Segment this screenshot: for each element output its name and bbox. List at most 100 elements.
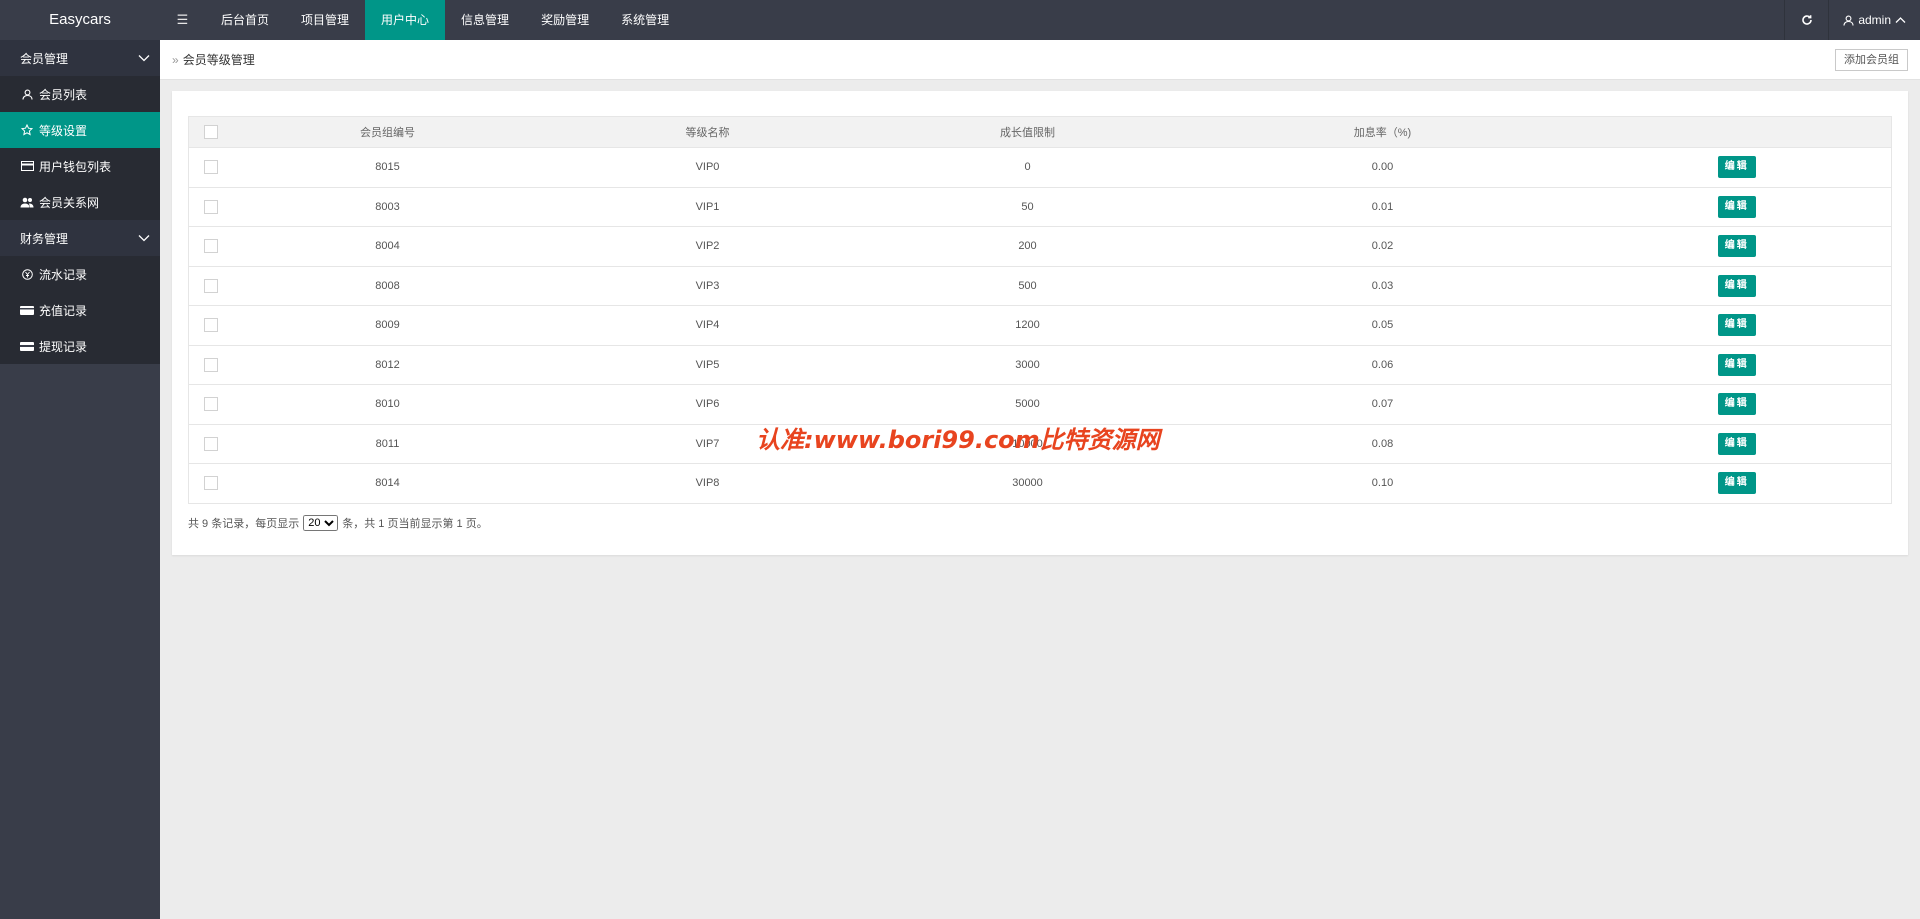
cell-growth-limit: 200: [872, 226, 1183, 267]
row-select-cell: [188, 305, 233, 346]
edit-button[interactable]: 编辑: [1717, 393, 1756, 416]
sidebar-item-wallet-list[interactable]: 用户钱包列表: [0, 148, 160, 184]
sidebar-group-label: 会员管理: [20, 51, 69, 66]
cell-interest-rate: 0.10: [1182, 463, 1583, 504]
cell-level-name: VIP0: [542, 147, 873, 188]
chevron-up-icon: [1895, 17, 1906, 23]
row-checkbox[interactable]: [203, 476, 218, 491]
cell-actions: 编辑: [1582, 384, 1892, 425]
column-header-group-id: 会员组编号: [232, 116, 543, 148]
sidebar-group-finance[interactable]: 财务管理: [0, 220, 160, 256]
select-all-checkbox[interactable]: [203, 125, 218, 139]
cell-level-name: VIP4: [542, 305, 873, 346]
refresh-button[interactable]: [1784, 0, 1828, 40]
edit-button[interactable]: 编辑: [1717, 195, 1756, 218]
app-logo[interactable]: Easycars: [0, 0, 160, 40]
row-checkbox[interactable]: [203, 160, 218, 175]
edit-button[interactable]: 编辑: [1717, 472, 1756, 495]
cell-actions: 编辑: [1582, 305, 1892, 346]
top-nav-projects[interactable]: 项目管理: [285, 0, 365, 40]
sidebar-item-level-settings[interactable]: 等级设置: [0, 112, 160, 148]
page-size-select[interactable]: 20: [303, 515, 339, 531]
top-nav-rewards[interactable]: 奖励管理: [525, 0, 605, 40]
row-checkbox[interactable]: [203, 436, 218, 451]
select-all-cell: [188, 116, 233, 148]
edit-button[interactable]: 编辑: [1717, 314, 1756, 337]
row-select-cell: [188, 384, 233, 425]
table-row: 8012 VIP5 3000 0.06 编辑: [188, 345, 1892, 385]
cell-interest-rate: 0.07: [1182, 384, 1583, 425]
cell-interest-rate: 0.02: [1182, 226, 1583, 267]
sidebar-item-label: 流水记录: [39, 267, 88, 282]
cell-actions: 编辑: [1582, 226, 1892, 267]
row-checkbox[interactable]: [203, 199, 218, 214]
pagination: 共 9 条记录，每页显示 20 条，共 1 页当前显示第 1 页。: [188, 515, 488, 531]
column-header-actions: [1582, 116, 1892, 148]
edit-button[interactable]: 编辑: [1717, 156, 1756, 179]
table-header-row: 会员组编号 等级名称 成长值限制 加息率（%): [188, 116, 1892, 148]
breadcrumb-arrow-icon: »: [172, 52, 179, 67]
table-row: 8014 VIP8 30000 0.10 编辑: [188, 463, 1892, 504]
hamburger-icon[interactable]: ☰: [160, 0, 205, 40]
sidebar-item-label: 会员列表: [39, 87, 88, 102]
chevron-down-icon: [138, 55, 150, 62]
pagination-prefix: 共 9 条记录，每页显示: [188, 518, 300, 530]
row-select-cell: [188, 187, 233, 227]
cell-level-name: VIP6: [542, 384, 873, 425]
cell-actions: 编辑: [1582, 463, 1892, 504]
cell-actions: 编辑: [1582, 424, 1892, 464]
sidebar-item-withdrawals[interactable]: 提现记录: [0, 328, 160, 364]
cell-group-id: 8009: [232, 305, 543, 346]
watermark: 认准:www.bori99.com比特资源网: [756, 426, 1160, 454]
row-checkbox[interactable]: [203, 239, 218, 254]
cell-interest-rate: 0.03: [1182, 266, 1583, 306]
top-nav-home[interactable]: 后台首页: [205, 0, 285, 40]
row-checkbox[interactable]: [203, 397, 218, 412]
user-menu[interactable]: admin: [1828, 0, 1920, 40]
cell-growth-limit: 30000: [872, 463, 1183, 504]
users-icon: [20, 195, 34, 209]
edit-button[interactable]: 编辑: [1717, 353, 1756, 376]
sidebar-group-members[interactable]: 会员管理: [0, 40, 160, 76]
withdraw-icon: [20, 339, 34, 353]
row-select-cell: [188, 226, 233, 267]
row-select-cell: [188, 147, 233, 188]
sidebar-item-relationship[interactable]: 会员关系网: [0, 184, 160, 220]
row-select-cell: [188, 345, 233, 385]
cell-actions: 编辑: [1582, 187, 1892, 227]
edit-button[interactable]: 编辑: [1717, 432, 1756, 455]
cell-growth-limit: 50: [872, 187, 1183, 227]
cell-growth-limit: 5000: [872, 384, 1183, 425]
refresh-icon: [1802, 15, 1812, 25]
cell-interest-rate: 0.01: [1182, 187, 1583, 227]
sidebar-item-label: 会员关系网: [39, 195, 100, 210]
sidebar-item-member-list[interactable]: 会员列表: [0, 76, 160, 112]
sidebar-item-recharges[interactable]: 充值记录: [0, 292, 160, 328]
sidebar: 会员管理 会员列表 等级设置 用户钱包列表 会员关系网 财务管理 流水记录 充值…: [0, 40, 160, 919]
content-card: 会员组编号 等级名称 成长值限制 加息率（%) 8015 VIP0 0 0.00 编辑 8…: [172, 91, 1908, 555]
row-checkbox[interactable]: [203, 357, 218, 372]
cell-actions: 编辑: [1582, 147, 1892, 188]
table-row: 8003 VIP1 50 0.01 编辑: [188, 187, 1892, 227]
add-member-group-button[interactable]: 添加会员组: [1835, 49, 1908, 71]
top-nav-system[interactable]: 系统管理: [605, 0, 685, 40]
top-nav: 后台首页 项目管理 用户中心 信息管理 奖励管理 系统管理: [205, 0, 685, 40]
sidebar-item-transactions[interactable]: 流水记录: [0, 256, 160, 292]
sidebar-item-label: 提现记录: [39, 339, 88, 354]
user-icon: [1843, 15, 1854, 26]
cell-growth-limit: 500: [872, 266, 1183, 306]
cell-group-id: 8011: [232, 424, 543, 464]
table-row: 8010 VIP6 5000 0.07 编辑: [188, 384, 1892, 425]
cell-group-id: 8012: [232, 345, 543, 385]
edit-button[interactable]: 编辑: [1717, 274, 1756, 297]
sidebar-item-label: 等级设置: [39, 123, 88, 138]
cell-growth-limit: 1200: [872, 305, 1183, 346]
top-nav-user-center[interactable]: 用户中心: [365, 0, 446, 40]
row-checkbox[interactable]: [203, 318, 218, 333]
cell-group-id: 8003: [232, 187, 543, 227]
user-name: admin: [1858, 13, 1891, 27]
row-checkbox[interactable]: [203, 278, 218, 293]
edit-button[interactable]: 编辑: [1717, 235, 1756, 258]
cell-growth-limit: 0: [872, 147, 1183, 188]
top-nav-info[interactable]: 信息管理: [445, 0, 525, 40]
